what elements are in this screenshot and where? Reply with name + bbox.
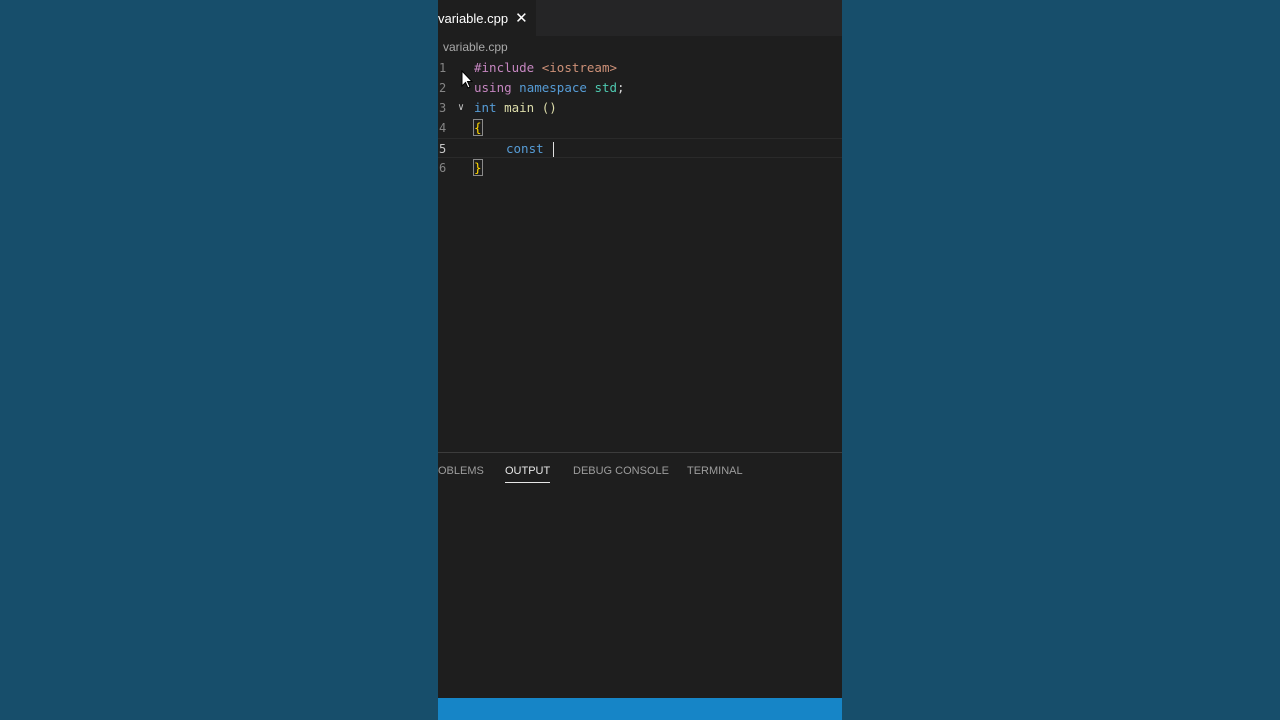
std-identifier: std [594, 80, 618, 95]
code-line: 6 } [438, 158, 842, 178]
const-keyword: const [506, 141, 544, 156]
code-line: 3 ∨ int main () [438, 98, 842, 118]
code-text: const [506, 139, 555, 159]
int-keyword: int [474, 100, 497, 115]
code-text: } [473, 158, 483, 178]
line-number: 5 [439, 142, 447, 156]
code-line: 1 #include <iostream> [438, 58, 842, 78]
code-area[interactable]: 1 #include <iostream> 2 using namespace … [438, 58, 842, 448]
include-header: <iostream> [541, 60, 618, 75]
code-line: 2 using namespace std; [438, 78, 842, 98]
line-number: 4 [439, 121, 447, 135]
semicolon: ; [617, 80, 625, 95]
editor-tab-bar: variable.cpp ✕ [438, 0, 842, 36]
open-brace: { [473, 119, 483, 136]
breadcrumb[interactable]: variable.cpp [443, 40, 508, 54]
using-keyword: using [474, 80, 512, 95]
fold-chevron-down-icon[interactable]: ∨ [458, 98, 464, 118]
namespace-keyword: namespace [519, 80, 587, 95]
tab-terminal[interactable]: TERMINAL [687, 465, 743, 477]
code-text: using namespace std; [474, 78, 625, 98]
bottom-panel: OBLEMS OUTPUT DEBUG CONSOLE TERMINAL [438, 452, 842, 699]
code-line: 4 { [438, 118, 842, 138]
close-brace: } [473, 159, 483, 176]
line-number: 3 [439, 101, 447, 115]
code-editor-window: variable.cpp ✕ variable.cpp 1 #include <… [438, 0, 842, 720]
tab-problems[interactable]: OBLEMS [438, 465, 484, 477]
parens: () [541, 100, 557, 115]
include-directive: #include [474, 60, 535, 75]
status-bar [438, 698, 842, 720]
code-text: #include <iostream> [474, 58, 617, 78]
current-code-line: 5 const [438, 138, 842, 158]
mouse-pointer-icon [461, 70, 473, 89]
tab-debug-console[interactable]: DEBUG CONSOLE [573, 465, 669, 477]
code-text: int main () [474, 98, 557, 118]
main-function: main [504, 100, 535, 115]
code-text: { [473, 118, 483, 138]
close-icon[interactable]: ✕ [515, 9, 528, 27]
tab-output[interactable]: OUTPUT [505, 465, 551, 483]
editor-tab-variable-cpp[interactable]: variable.cpp ✕ [438, 0, 536, 36]
text-cursor [553, 142, 555, 157]
line-number: 2 [439, 81, 447, 95]
line-number: 6 [439, 161, 447, 175]
tab-label: variable.cpp [438, 10, 509, 26]
line-number: 1 [439, 61, 447, 75]
